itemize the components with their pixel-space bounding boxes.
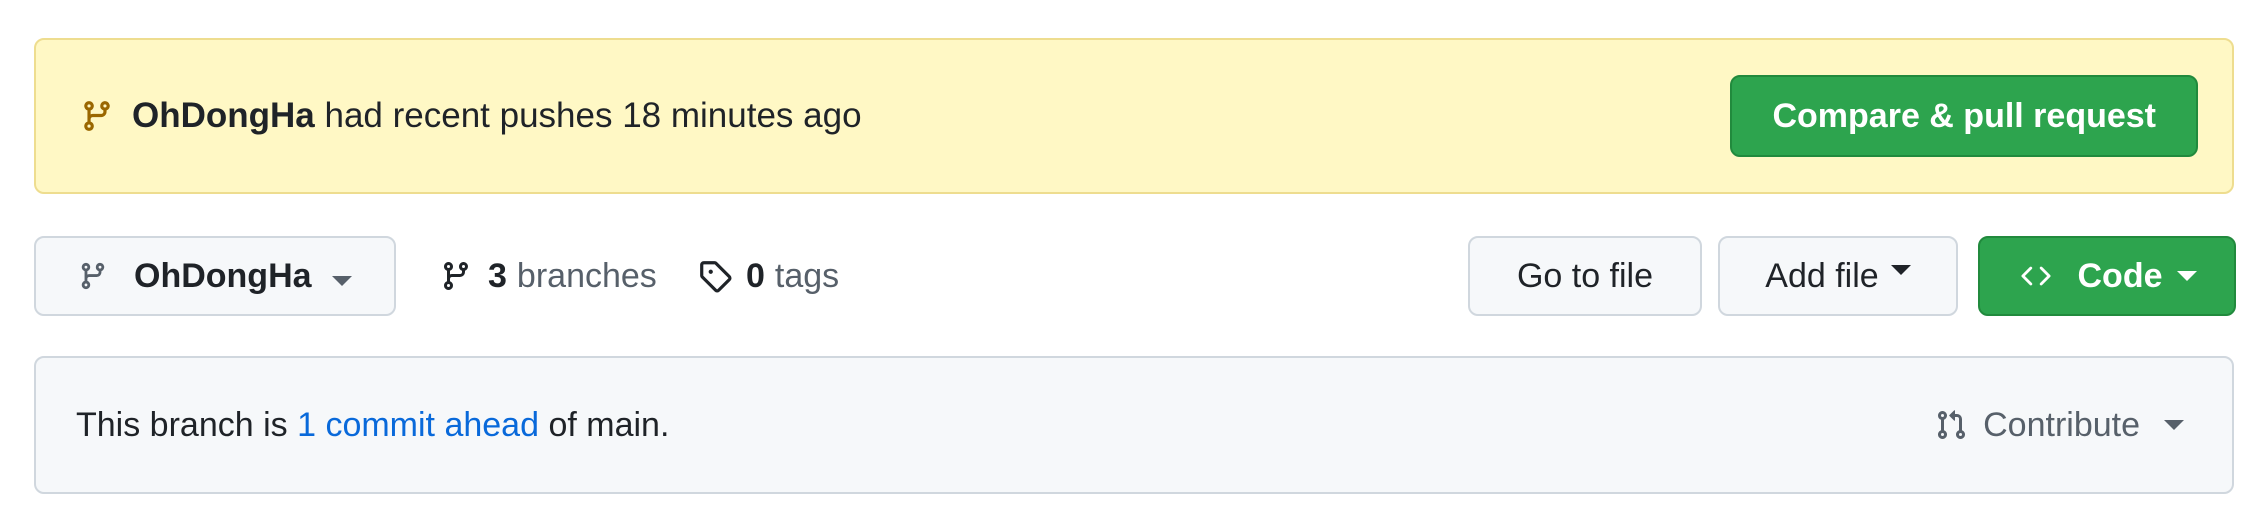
banner-text: OhDongHa had recent pushes 18 minutes ag… [132, 96, 862, 136]
tags-count: 0 [746, 256, 765, 295]
compare-pull-request-button[interactable]: Compare & pull request [1730, 75, 2198, 157]
code-button[interactable]: Code [1978, 236, 2236, 316]
banner-user[interactable]: OhDongHa [132, 96, 315, 135]
chevron-down-icon [2164, 420, 2184, 430]
repo-header: OhDongHa had recent pushes 18 minutes ag… [0, 0, 2266, 520]
add-file-button[interactable]: Add file [1718, 236, 1958, 316]
branch-status-suffix: of main. [548, 405, 670, 444]
tag-icon [698, 257, 732, 295]
code-icon [2018, 261, 2058, 291]
commits-ahead-link[interactable]: 1 commit ahead [297, 406, 539, 445]
banner-message: had recent pushes 18 minutes ago [324, 96, 862, 135]
branches-label: branches [516, 256, 657, 295]
pull-request-icon [1935, 405, 1971, 445]
contribute-dropdown[interactable]: Contribute [1935, 405, 2192, 445]
branch-selector-label: OhDongHa [134, 256, 312, 295]
git-branch-icon [80, 96, 114, 136]
chevron-down-icon [1890, 265, 1911, 275]
branch-status-box: This branch is 1 commit ahead of main. C… [34, 356, 2234, 494]
branches-link[interactable]: 3 branches [440, 236, 657, 316]
git-branch-icon [78, 256, 110, 296]
tags-link[interactable]: 0 tags [698, 236, 839, 316]
chevron-down-icon [332, 276, 352, 286]
go-to-file-button[interactable]: Go to file [1468, 236, 1702, 316]
branches-count: 3 [488, 256, 507, 295]
git-branch-icon [440, 257, 474, 295]
add-file-label: Add file [1765, 256, 1879, 295]
repo-toolbar: OhDongHa 3 branches 0 tags Go to file Ad… [34, 236, 2236, 316]
recent-pushes-banner: OhDongHa had recent pushes 18 minutes ag… [34, 38, 2234, 194]
branch-selector-button[interactable]: OhDongHa [34, 236, 396, 316]
code-label: Code [2077, 256, 2163, 295]
chevron-down-icon [2176, 271, 2197, 281]
tags-label: tags [774, 256, 840, 295]
contribute-label: Contribute [1983, 405, 2140, 444]
branch-status-prefix: This branch is [76, 405, 288, 444]
